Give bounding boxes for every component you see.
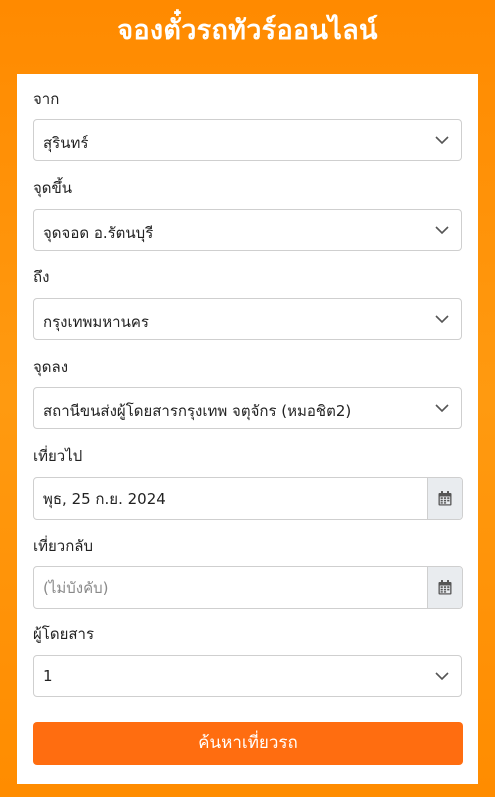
pickup-select-value: จุดจอด อ.รัตนบุรี [43,224,154,242]
from-select-value: สุรินทร์ [43,134,89,152]
pickup-label: จุดขึ้น [33,179,73,197]
passengers-select-value: 1 [43,667,53,685]
chevron-down-icon [435,315,449,324]
passengers-select[interactable]: 1 [33,655,462,697]
from-label: จาก [33,90,60,108]
return-date-input[interactable] [34,567,428,608]
dropoff-select[interactable]: สถานีขนส่งผู้โดยสารกรุงเทพ จตุจักร (หมอช… [33,387,462,429]
booking-form: จาก สุรินทร์ จุดขึ้น จุดจอด อ.รัตนบุรี ถ… [17,74,478,784]
to-select[interactable]: กรุงเทพมหานคร [33,298,462,340]
from-select[interactable]: สุรินทร์ [33,119,462,161]
dropoff-label: จุดลง [33,358,69,376]
passengers-label: ผู้โดยสาร [33,625,95,643]
return-label: เที่ยวกลับ [33,537,94,555]
return-date-field [33,566,463,609]
chevron-down-icon [435,404,449,413]
to-select-value: กรุงเทพมหานคร [43,313,149,331]
calendar-icon [438,491,452,506]
depart-calendar-button[interactable] [427,478,462,519]
return-calendar-button[interactable] [427,567,462,608]
depart-date-field [33,477,463,520]
depart-label: เที่ยวไป [33,447,83,465]
pickup-select[interactable]: จุดจอด อ.รัตนบุรี [33,209,462,251]
search-trips-button[interactable]: ค้นหาเที่ยวรถ [33,722,463,765]
chevron-down-icon [435,136,449,145]
page-title: จองตั๋วรถทัวร์ออนไลน์ [117,15,378,46]
to-label: ถึง [33,268,50,286]
calendar-icon [438,580,452,595]
chevron-down-icon [435,672,449,681]
dropoff-select-value: สถานีขนส่งผู้โดยสารกรุงเทพ จตุจักร (หมอช… [43,402,352,420]
chevron-down-icon [435,226,449,235]
depart-date-input[interactable] [34,478,428,519]
